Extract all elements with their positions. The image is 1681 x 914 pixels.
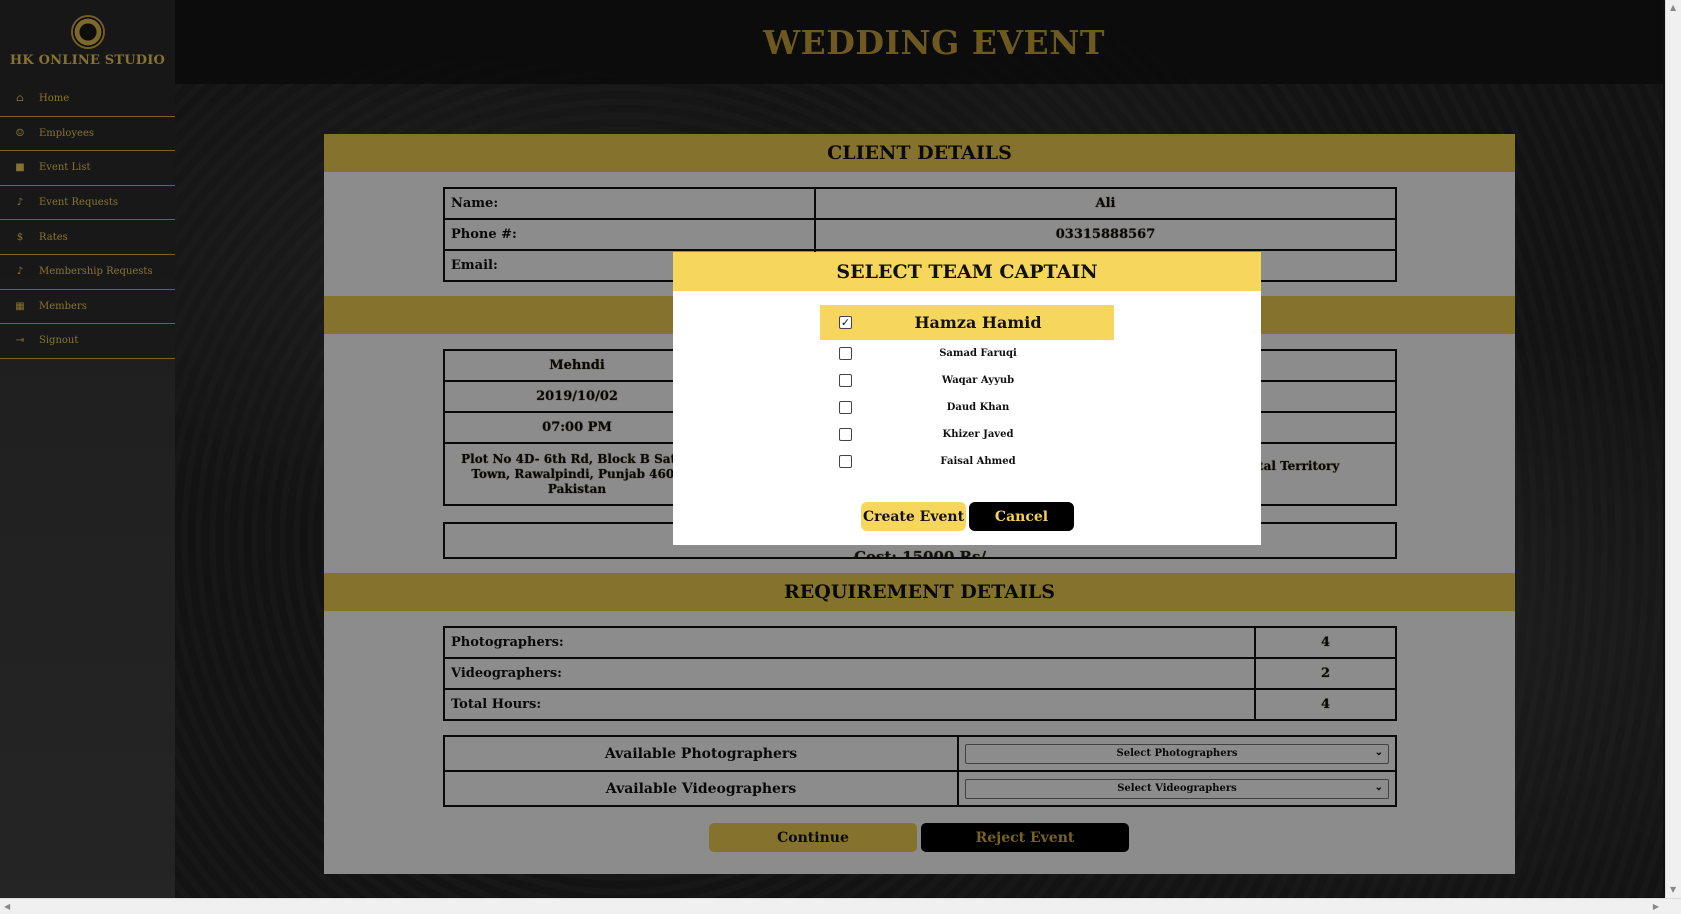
captain-name: Khizer Javed	[942, 429, 1014, 440]
captain-name: Samad Faruqi	[939, 348, 1017, 359]
scroll-up-icon[interactable]: ▲	[1670, 3, 1676, 12]
horizontal-scrollbar[interactable]: ◀ ▶	[0, 898, 1681, 914]
select-captain-modal: SELECT TEAM CAPTAIN ✓ Hamza Hamid Samad …	[673, 252, 1261, 545]
checkbox[interactable]	[839, 347, 852, 360]
checkbox[interactable]	[839, 428, 852, 441]
modal-title: SELECT TEAM CAPTAIN	[673, 252, 1261, 291]
captain-option[interactable]: Waqar Ayyub	[820, 368, 1114, 393]
captain-name: Daud Khan	[946, 402, 1010, 413]
scroll-right-icon[interactable]: ▶	[1653, 902, 1659, 911]
captain-option[interactable]: Samad Faruqi	[820, 341, 1114, 366]
captain-name: Hamza Hamid	[914, 313, 1042, 332]
captain-option[interactable]: Khizer Javed	[820, 422, 1114, 447]
scroll-down-icon[interactable]: ▼	[1670, 885, 1676, 894]
captain-name: Waqar Ayyub	[941, 375, 1015, 386]
captain-option[interactable]: Faisal Ahmed	[820, 449, 1114, 474]
cancel-button[interactable]: Cancel	[969, 502, 1074, 531]
checkbox[interactable]	[839, 455, 852, 468]
checkbox[interactable]	[839, 374, 852, 387]
captain-name: Faisal Ahmed	[940, 456, 1016, 467]
checkbox[interactable]	[839, 401, 852, 414]
captain-option-selected[interactable]: ✓ Hamza Hamid	[820, 305, 1114, 340]
vertical-scrollbar[interactable]: ▲ ▼	[1665, 0, 1681, 914]
create-event-button[interactable]: Create Event	[861, 502, 966, 531]
scroll-left-icon[interactable]: ◀	[4, 902, 10, 911]
checkbox-checked-icon[interactable]: ✓	[839, 316, 852, 329]
captain-option[interactable]: Daud Khan	[820, 395, 1114, 420]
